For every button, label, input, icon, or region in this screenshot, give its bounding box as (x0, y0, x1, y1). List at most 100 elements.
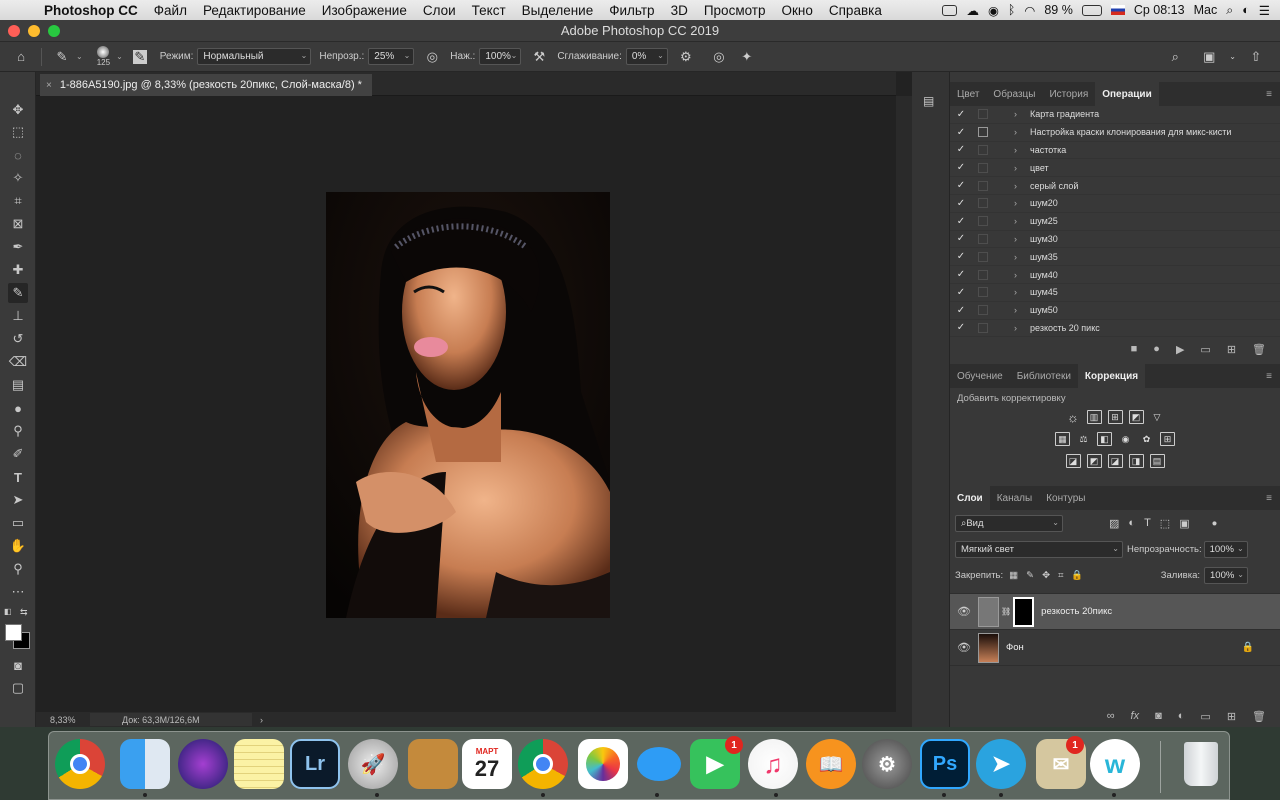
zoom-tool-icon[interactable]: ⚲ (8, 559, 28, 579)
layer-name[interactable]: резкость 20пикс (1041, 606, 1112, 617)
siri-icon[interactable] (178, 739, 228, 789)
action-item[interactable]: ✓ › шум45 (950, 284, 1280, 302)
marquee-tool-icon[interactable]: ⬚ (8, 122, 28, 142)
action-item[interactable]: ✓ › частотка (950, 142, 1280, 160)
notes-icon[interactable] (234, 739, 284, 789)
add-mask-icon[interactable]: ◙ (1155, 710, 1162, 722)
siri-small-icon[interactable]: ◐ (1242, 3, 1250, 17)
contacts-icon[interactable] (408, 739, 458, 789)
mask-link-icon[interactable]: ⛓ (1001, 607, 1011, 616)
books-icon[interactable]: 📖 (806, 739, 856, 789)
brush-tool-preset-icon[interactable]: ✎ (53, 48, 71, 66)
brush-tool-icon[interactable]: ✎ (8, 283, 28, 303)
eyedropper-tool-icon[interactable]: ✒ (8, 237, 28, 257)
trash-icon[interactable] (1176, 739, 1226, 789)
curves-icon[interactable]: ⊞ (1107, 410, 1123, 424)
dodge-tool-icon[interactable]: ⚲ (8, 421, 28, 441)
type-tool-icon[interactable]: T (8, 467, 28, 487)
layer-row[interactable]: 👁 Фон 🔒 (950, 630, 1280, 666)
symmetry-butterfly-icon[interactable]: ✦ (738, 48, 756, 66)
menu-file[interactable]: Файл (146, 3, 195, 18)
search-icon[interactable]: ⌕ (1166, 48, 1184, 66)
fx-icon[interactable]: fx (1131, 710, 1140, 722)
action-item[interactable]: ✓ › шум25 (950, 213, 1280, 231)
lock-pixels-icon[interactable]: ✎ (1026, 570, 1034, 581)
vertical-scrollbar[interactable] (896, 96, 912, 712)
lasso-tool-icon[interactable]: ◌ (8, 145, 28, 165)
exposure-icon[interactable]: ◩ (1128, 410, 1144, 424)
new-adjustment-icon[interactable]: ◐ (1178, 710, 1185, 722)
record-icon[interactable]: ● (1153, 343, 1160, 355)
wifi-icon[interactable]: ◠ (1024, 3, 1035, 18)
action-item[interactable]: ✓ › шум50 (950, 302, 1280, 320)
menu-text[interactable]: Текст (464, 3, 514, 18)
smoothing-gear-icon[interactable]: ⚙ (677, 48, 695, 66)
menu-3d[interactable]: 3D (663, 3, 696, 18)
preset-chevron-icon[interactable]: ⌄ (76, 52, 83, 61)
action-item[interactable]: ✓ › цвет (950, 159, 1280, 178)
menu-app-name[interactable]: Photoshop CC (36, 3, 146, 18)
mode-select[interactable]: Нормальный ⌄ (197, 48, 312, 65)
lock-artboard-icon[interactable]: ⌗ (1058, 570, 1063, 581)
creative-cloud-icon[interactable]: ☁ (966, 3, 979, 18)
app-w-icon[interactable]: w (1090, 739, 1140, 789)
action-item[interactable]: ✓ › шум40 (950, 266, 1280, 284)
tab-paths[interactable]: Контуры (1039, 486, 1092, 510)
close-tab-icon[interactable]: × (46, 80, 52, 91)
delete-layer-icon[interactable]: 🗑 (1252, 710, 1266, 723)
delete-icon[interactable]: 🗑 (1252, 343, 1266, 356)
adjustment-filter-icon[interactable]: ◐ (1128, 517, 1135, 530)
new-action-icon[interactable]: ⊞ (1227, 343, 1236, 356)
home-icon[interactable]: ⌂ (12, 48, 30, 66)
minimize-window-button[interactable] (28, 25, 40, 37)
tab-history[interactable]: История (1042, 82, 1095, 106)
photoshop-icon[interactable]: Ps (920, 739, 970, 789)
levels-icon[interactable]: ▥ (1086, 410, 1102, 424)
brush-settings-icon[interactable]: ✎ (132, 49, 147, 64)
menu-select[interactable]: Выделение (514, 3, 602, 18)
tab-color[interactable]: Цвет (950, 82, 986, 106)
menu-edit[interactable]: Редактирование (195, 3, 314, 18)
action-item[interactable]: ✓ › серый слой (950, 177, 1280, 195)
notification-center-icon[interactable]: ☰ (1259, 3, 1270, 18)
pressure-size-icon[interactable]: ◎ (710, 48, 728, 66)
swap-colors-icon[interactable]: ⇆ (20, 607, 28, 618)
blend-mode-select[interactable]: Мягкий свет ⌄ (955, 540, 1123, 558)
frame-tool-icon[interactable]: ⊠ (8, 214, 28, 234)
move-tool-icon[interactable]: ✥ (8, 100, 28, 120)
panel-menu-icon[interactable]: ≡ (1266, 364, 1280, 388)
quick-select-tool-icon[interactable]: ✧ (8, 168, 28, 188)
tab-actions[interactable]: Операции (1095, 82, 1159, 106)
workspace-icon[interactable]: ▣ (1200, 48, 1218, 66)
opacity-select[interactable]: 25% ⌄ (368, 48, 415, 65)
invert-icon[interactable]: ◪ (1065, 454, 1081, 468)
gradient-map-icon[interactable]: ▤ (1149, 454, 1165, 468)
tab-channels[interactable]: Каналы (990, 486, 1040, 510)
brush-chevron-icon[interactable]: ⌄ (116, 52, 123, 61)
color-balance-icon[interactable]: ⚖ (1076, 432, 1091, 446)
rectangle-tool-icon[interactable]: ▭ (8, 513, 28, 533)
zoom-level[interactable]: 8,33% (36, 715, 90, 725)
tab-learn[interactable]: Обучение (950, 364, 1010, 388)
pressure-opacity-icon[interactable]: ◎ (423, 48, 441, 66)
menu-view[interactable]: Просмотр (696, 3, 774, 18)
new-layer-icon[interactable]: ⊞ (1227, 710, 1236, 723)
visibility-eye-icon[interactable]: 👁 (950, 605, 978, 618)
lock-transparent-icon[interactable]: ▦ (1009, 570, 1018, 581)
shape-filter-icon[interactable]: ⬚ (1160, 517, 1170, 530)
brush-size-picker[interactable]: 125 (97, 46, 110, 67)
blur-tool-icon[interactable]: ● (8, 398, 28, 418)
tab-swatches[interactable]: Образцы (986, 82, 1042, 106)
finder-icon[interactable] (120, 739, 170, 789)
document-tab[interactable]: × 1-886A5190.jpg @ 8,33% (резкость 20пик… (40, 74, 372, 96)
layer-row[interactable]: 👁 ⛓ резкость 20пикс (950, 594, 1280, 630)
selective-color-icon[interactable]: ◨ (1128, 454, 1144, 468)
screen-mode-icon[interactable]: ▢ (8, 678, 28, 698)
path-select-tool-icon[interactable]: ➤ (8, 490, 28, 510)
layer-filter-select[interactable]: ⌕ Вид ⌄ (955, 514, 1063, 532)
battery-icon[interactable] (1081, 4, 1102, 16)
menu-help[interactable]: Справка (821, 3, 890, 18)
photo-filter-icon[interactable]: ◉ (1118, 432, 1133, 446)
photos-icon[interactable] (578, 739, 628, 789)
chrome-icon[interactable] (55, 739, 105, 789)
